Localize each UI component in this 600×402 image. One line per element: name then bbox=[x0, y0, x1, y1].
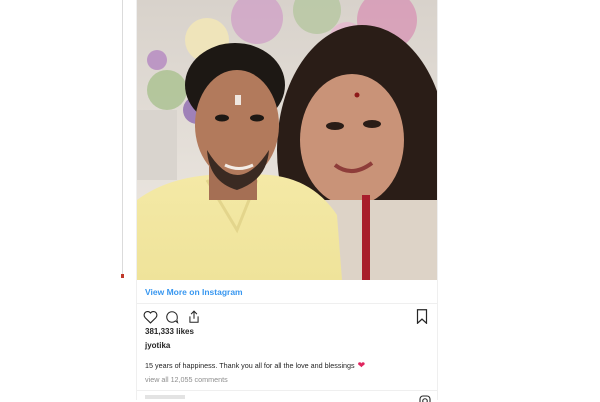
like-button[interactable] bbox=[141, 308, 159, 326]
post-caption: 15 years of happiness. Thank you all for… bbox=[145, 360, 366, 371]
post-photo[interactable] bbox=[137, 0, 437, 280]
red-heart-emoji: ❤ bbox=[357, 360, 366, 370]
post-actions-bar bbox=[141, 307, 203, 327]
view-comments-link[interactable]: view all 12,055 comments bbox=[145, 375, 228, 384]
share-icon bbox=[189, 310, 199, 323]
share-button[interactable] bbox=[185, 308, 203, 326]
caption-text: 15 years of happiness. Thank you all for… bbox=[145, 361, 355, 370]
likes-count: 381,333 likes bbox=[145, 327, 194, 336]
page-marker bbox=[121, 274, 124, 278]
section-divider bbox=[137, 303, 437, 304]
post-username[interactable]: jyotika bbox=[145, 341, 170, 350]
page-divider-line bbox=[122, 0, 123, 278]
instagram-embed-card: View More on Instagram 381,333 likes jyo… bbox=[136, 0, 438, 402]
comment-bubble-icon bbox=[166, 311, 179, 324]
instagram-icon[interactable] bbox=[419, 394, 431, 402]
bookmark-icon bbox=[416, 308, 428, 324]
view-more-on-instagram-link[interactable]: View More on Instagram bbox=[145, 287, 243, 297]
footer-text-placeholder bbox=[145, 395, 185, 399]
heart-outline-icon bbox=[143, 310, 157, 324]
footer-divider bbox=[137, 390, 437, 391]
save-button[interactable] bbox=[413, 307, 431, 325]
comment-button[interactable] bbox=[163, 308, 181, 326]
